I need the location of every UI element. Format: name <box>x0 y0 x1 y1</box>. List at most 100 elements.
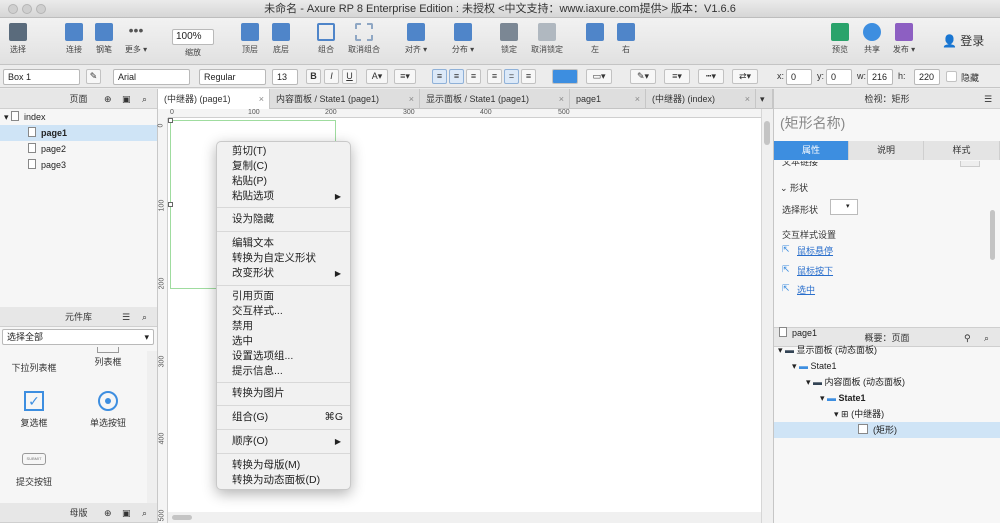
outline-item-repeater[interactable]: ▾ ⊞ (中继器) <box>834 406 884 422</box>
valign-bottom-button[interactable]: ≡ <box>521 69 536 84</box>
align-right-button[interactable]: 右 <box>606 21 646 55</box>
filter-icon[interactable]: ⚲ <box>964 328 971 348</box>
menu-item-interaction-styles[interactable]: 交互样式... <box>217 304 350 319</box>
page-item-page3[interactable]: page3 <box>0 157 157 173</box>
width-field[interactable]: 216 <box>867 69 893 85</box>
shape-name-field[interactable]: (矩形名称) <box>780 113 845 133</box>
menu-item-option-group[interactable]: 设置选项组... <box>217 349 350 364</box>
menu-item-paste[interactable]: 粘贴(P) <box>217 174 350 189</box>
radio-widget[interactable]: 单选按钮 <box>78 391 138 429</box>
page-item-index[interactable]: ▾ index <box>0 109 157 125</box>
search-icon[interactable]: ⌕ <box>142 307 147 327</box>
style-icon[interactable]: ✎ <box>86 69 101 84</box>
outline-item-state1[interactable]: ▾ ▬ State1 <box>792 358 837 374</box>
font-color-button[interactable]: A▾ <box>366 69 388 84</box>
library-scrollbar[interactable] <box>147 351 157 503</box>
y-field[interactable]: 0 <box>826 69 852 85</box>
menu-item-change-shape[interactable]: 改变形状 ▶ <box>217 266 350 281</box>
tab-notes[interactable]: 说明 <box>849 141 924 160</box>
line-color-button[interactable]: ✎▾ <box>630 69 656 84</box>
outline-item-content-panel[interactable]: ▾ ▬ 内容面板 (动态面板) <box>806 374 905 390</box>
close-icon[interactable]: × <box>745 89 750 109</box>
menu-item-disabled[interactable]: 禁用 <box>217 319 350 334</box>
select-tool-button[interactable]: 选择 <box>5 21 31 55</box>
font-size-select[interactable]: 13 <box>272 69 298 85</box>
add-folder-icon[interactable]: ▣ <box>122 89 131 109</box>
menu-icon[interactable]: ☰ <box>984 89 992 109</box>
line-width-button[interactable]: ≡▾ <box>664 69 690 84</box>
outline-item-rectangle[interactable]: (矩形) <box>858 422 897 438</box>
menu-item-cut[interactable]: 剪切(T) <box>217 144 350 159</box>
shape-section-header[interactable]: ⌄ 形状 <box>780 181 808 194</box>
menu-item-edit-text[interactable]: 编辑文本 <box>217 236 350 251</box>
align-text-right-button[interactable]: ≡ <box>466 69 481 84</box>
tab-repeater-index[interactable]: (中继器) (index) × <box>646 89 756 109</box>
add-page-icon[interactable]: ⊕ <box>104 89 112 109</box>
menu-item-copy[interactable]: 复制(C) <box>217 159 350 174</box>
align-text-left-button[interactable]: ≡ <box>432 69 447 84</box>
tab-overflow-button[interactable]: ▾ <box>756 89 773 109</box>
add-folder-icon[interactable]: ▣ <box>122 503 131 523</box>
add-master-icon[interactable]: ⊕ <box>104 503 112 523</box>
scroll-thumb[interactable] <box>172 515 192 520</box>
zoom-window-button[interactable] <box>36 4 46 14</box>
tab-style[interactable]: 样式 <box>924 141 1000 160</box>
shadow-button[interactable]: ▭▾ <box>586 69 612 84</box>
unlock-button[interactable]: 取消锁定 <box>522 21 572 55</box>
close-window-button[interactable] <box>8 4 18 14</box>
library-select[interactable]: 选择全部 ▾ <box>2 329 154 345</box>
checkbox-widget[interactable]: ✓ 复选框 <box>4 391 64 429</box>
partial-control[interactable] <box>960 161 980 167</box>
send-to-bottom-button[interactable]: 底层 <box>261 21 301 55</box>
close-icon[interactable]: × <box>635 89 640 109</box>
line-style-button[interactable]: ┅▾ <box>698 69 724 84</box>
resize-handle[interactable] <box>168 202 173 207</box>
link-mouse-down[interactable]: 鼠标按下 <box>797 264 833 277</box>
hidden-checkbox[interactable] <box>946 71 957 82</box>
fill-color-button[interactable] <box>552 69 578 84</box>
valign-top-button[interactable]: ≡ <box>487 69 502 84</box>
menu-item-convert-dynamic-panel[interactable]: 转换为动态面板(D) <box>217 473 350 488</box>
height-field[interactable]: 220 <box>914 69 940 85</box>
ungroup-button[interactable]: 取消组合 <box>340 21 388 55</box>
shape-picker[interactable]: ▾ <box>830 199 858 215</box>
outline-item-show-panel[interactable]: ▾ ▬ 显示面板 (动态面板) <box>778 342 877 358</box>
element-select[interactable]: Box 1 <box>3 69 80 85</box>
search-icon[interactable]: ⌕ <box>984 328 989 348</box>
zoom-select[interactable]: 100% <box>172 29 214 45</box>
outline-item-page[interactable]: page1 <box>779 325 817 341</box>
more-tools-button[interactable]: ••• 更多 ▾ <box>116 21 156 55</box>
menu-item-convert-master[interactable]: 转换为母版(M) <box>217 458 350 473</box>
link-hover[interactable]: 鼠标悬停 <box>797 244 833 257</box>
menu-item-group[interactable]: 组合(G) ⌘G <box>217 410 350 425</box>
menu-item-selected[interactable]: 选中 <box>217 334 350 349</box>
menu-item-convert-image[interactable]: 转换为图片 <box>217 386 350 401</box>
tab-page1[interactable]: page1 × <box>570 89 646 109</box>
scroll-thumb[interactable] <box>764 121 770 145</box>
minimize-window-button[interactable] <box>22 4 32 14</box>
outline-item-state1-inner[interactable]: ▾ ▬ State1 <box>820 390 866 406</box>
canvas-scrollbar[interactable] <box>761 109 773 523</box>
distribute-button[interactable]: 分布 ▾ <box>443 21 483 55</box>
align-text-center-button[interactable]: ≡ <box>449 69 464 84</box>
publish-button[interactable]: 发布 ▾ <box>884 21 924 55</box>
close-icon[interactable]: × <box>409 89 414 109</box>
font-select[interactable]: Arial <box>113 69 190 85</box>
italic-button[interactable]: I <box>324 69 339 84</box>
link-selected[interactable]: 选中 <box>797 283 815 296</box>
menu-item-tooltip[interactable]: 提示信息... <box>217 364 350 379</box>
submit-widget[interactable]: SUBMIT 提交按钮 <box>4 453 64 488</box>
bold-button[interactable]: B <box>306 69 321 84</box>
page-item-page1[interactable]: page1 <box>0 125 157 141</box>
valign-middle-button[interactable]: = <box>504 69 519 84</box>
align-button[interactable]: 对齐 ▾ <box>396 21 436 55</box>
underline-button[interactable]: U <box>342 69 357 84</box>
menu-item-convert-custom-shape[interactable]: 转换为自定义形状 <box>217 251 350 266</box>
tab-content-panel[interactable]: 内容面板 / State1 (page1) × <box>270 89 420 109</box>
tab-properties[interactable]: 属性 <box>774 141 849 160</box>
close-icon[interactable]: × <box>559 89 564 109</box>
login-button[interactable]: 👤 登录 <box>942 32 984 49</box>
menu-item-set-hidden[interactable]: 设为隐藏 <box>217 212 350 227</box>
tab-show-panel[interactable]: 显示面板 / State1 (page1) × <box>420 89 570 109</box>
menu-item-paste-options[interactable]: 粘贴选项 ▶ <box>217 189 350 204</box>
